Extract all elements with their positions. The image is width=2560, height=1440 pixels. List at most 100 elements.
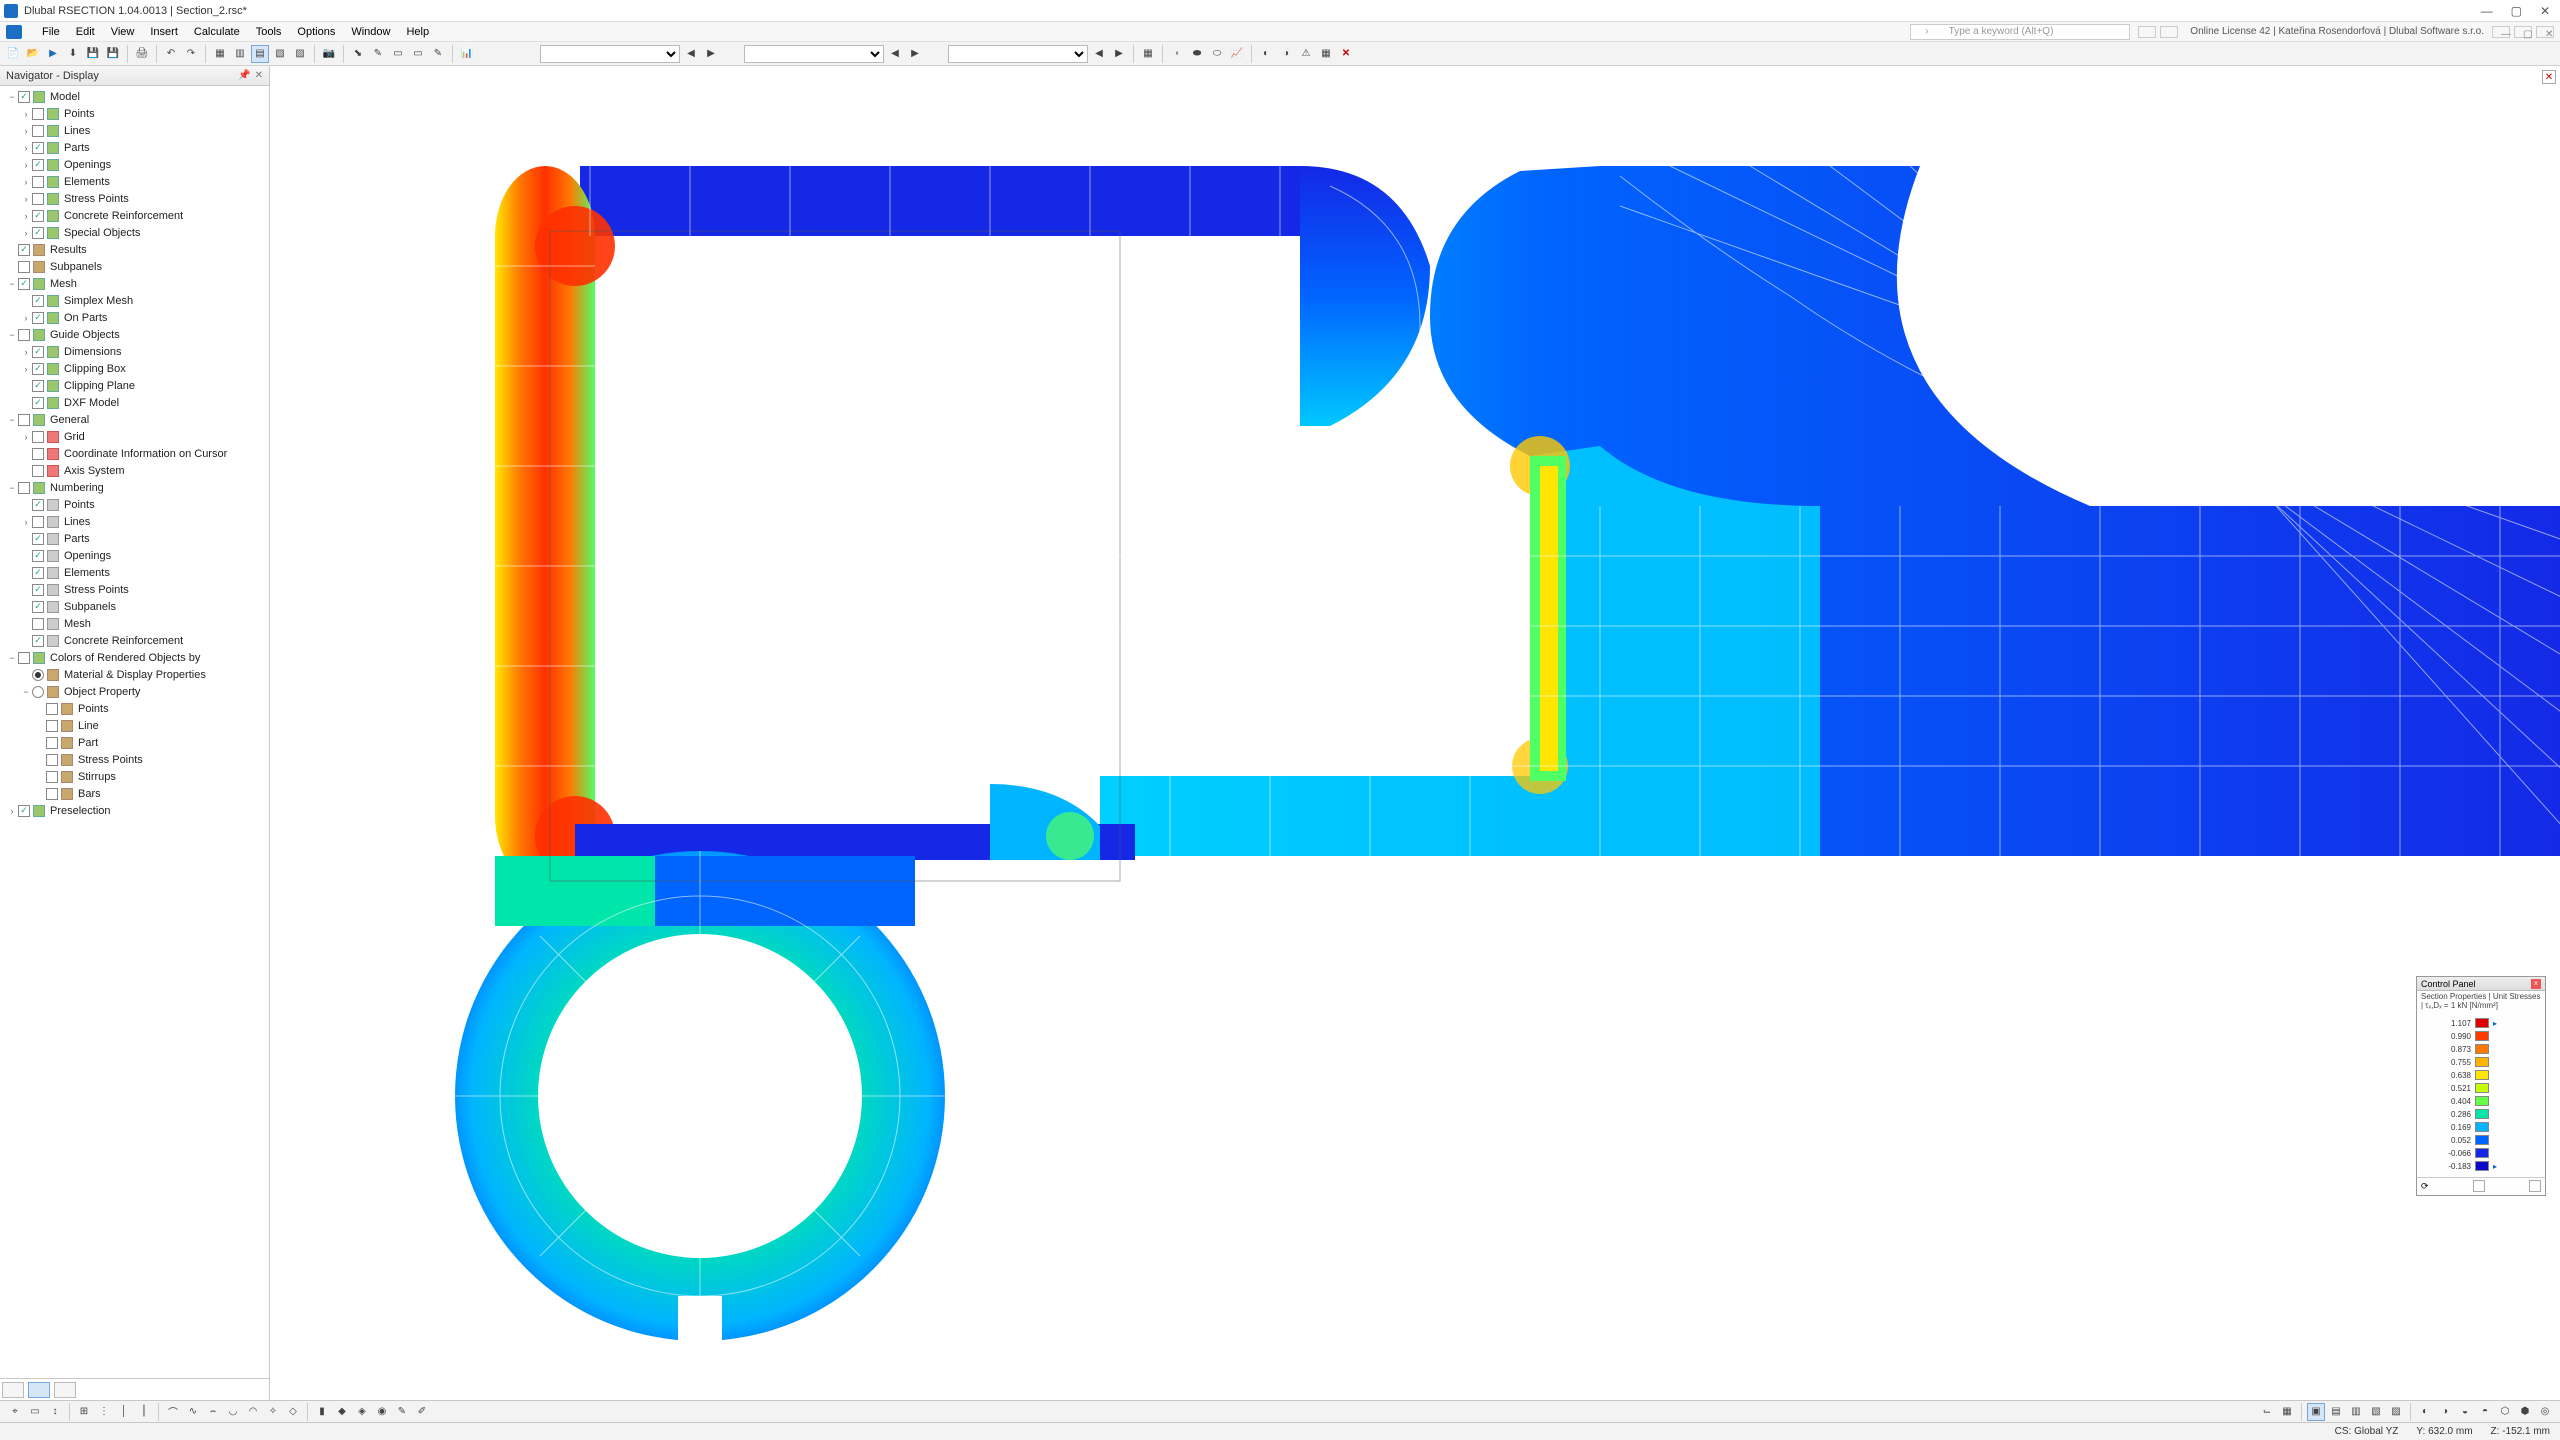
delete-results-button[interactable]: ✕ bbox=[1337, 45, 1355, 63]
tree-clipping-box[interactable]: ›Clipping Box bbox=[2, 360, 267, 377]
br-6[interactable]: ▧ bbox=[2367, 1403, 2385, 1421]
twisty-icon[interactable]: › bbox=[20, 211, 32, 221]
checkbox[interactable] bbox=[32, 550, 44, 562]
control-panel-close-icon[interactable]: × bbox=[2531, 979, 2541, 989]
checkbox[interactable] bbox=[32, 312, 44, 324]
checkbox[interactable] bbox=[32, 635, 44, 647]
bt-12[interactable]: ◠ bbox=[244, 1403, 262, 1421]
twisty-icon[interactable]: › bbox=[20, 347, 32, 357]
checkbox[interactable] bbox=[18, 414, 30, 426]
tree-parts[interactable]: Parts bbox=[2, 530, 267, 547]
help-icon[interactable] bbox=[2138, 26, 2156, 38]
nav-tab-1[interactable] bbox=[2, 1382, 24, 1398]
menu-calculate[interactable]: Calculate bbox=[186, 24, 248, 40]
tree-object-property[interactable]: −Object Property bbox=[2, 683, 267, 700]
saveall-button[interactable]: 💾 bbox=[104, 45, 122, 63]
tree-lines[interactable]: ›Lines bbox=[2, 513, 267, 530]
tree-dxf-model[interactable]: DXF Model bbox=[2, 394, 267, 411]
legend-opt-1[interactable] bbox=[2473, 1180, 2485, 1192]
nav-prev-1[interactable]: ◀ bbox=[682, 45, 700, 63]
tree-axis-system[interactable]: Axis System bbox=[2, 462, 267, 479]
twisty-icon[interactable]: › bbox=[20, 517, 32, 527]
checkbox[interactable] bbox=[32, 567, 44, 579]
tree-stress-points[interactable]: Stress Points bbox=[2, 751, 267, 768]
br-2[interactable]: ▦ bbox=[2278, 1403, 2296, 1421]
tree-parts[interactable]: ›Parts bbox=[2, 139, 267, 156]
tree-line[interactable]: Line bbox=[2, 717, 267, 734]
menu-tools[interactable]: Tools bbox=[248, 24, 290, 40]
tree-dimensions[interactable]: ›Dimensions bbox=[2, 343, 267, 360]
tree-subpanels[interactable]: Subpanels bbox=[2, 598, 267, 615]
redo-button[interactable]: ↷ bbox=[182, 45, 200, 63]
menu-view[interactable]: View bbox=[103, 24, 143, 40]
print-button[interactable]: 🖨 bbox=[133, 45, 151, 63]
tree-results[interactable]: Results bbox=[2, 241, 267, 258]
nav-next-1[interactable]: ▶ bbox=[702, 45, 720, 63]
r1-button[interactable]: ⬫ bbox=[1168, 45, 1186, 63]
checkbox[interactable] bbox=[32, 533, 44, 545]
tree-model[interactable]: −Model bbox=[2, 88, 267, 105]
combo-3[interactable] bbox=[948, 45, 1088, 63]
combo-2[interactable] bbox=[744, 45, 884, 63]
checkbox[interactable] bbox=[32, 499, 44, 511]
tree-on-parts[interactable]: ›On Parts bbox=[2, 309, 267, 326]
r3-button[interactable]: ⬭ bbox=[1208, 45, 1226, 63]
s1-button[interactable]: ◐ bbox=[1257, 45, 1275, 63]
tree-elements[interactable]: Elements bbox=[2, 564, 267, 581]
checkbox[interactable] bbox=[32, 380, 44, 392]
close-button[interactable]: ✕ bbox=[2540, 4, 2550, 18]
tree-general[interactable]: −General bbox=[2, 411, 267, 428]
checkbox[interactable] bbox=[18, 261, 30, 273]
r4-button[interactable]: 📈 bbox=[1228, 45, 1246, 63]
twisty-icon[interactable]: − bbox=[6, 279, 18, 289]
tree-points[interactable]: Points bbox=[2, 496, 267, 513]
camera-button[interactable]: 📷 bbox=[320, 45, 338, 63]
maximize-button[interactable]: ▢ bbox=[2511, 4, 2522, 18]
tree-points[interactable]: Points bbox=[2, 700, 267, 717]
checkbox[interactable] bbox=[18, 329, 30, 341]
cloud-icon[interactable] bbox=[2160, 26, 2178, 38]
legend-refresh[interactable]: ⟳ bbox=[2421, 1181, 2429, 1192]
nav-prev-2[interactable]: ◀ bbox=[886, 45, 904, 63]
br-9[interactable]: ◑ bbox=[2436, 1403, 2454, 1421]
br-11[interactable]: ◓ bbox=[2476, 1403, 2494, 1421]
bt-4[interactable]: ⊞ bbox=[75, 1403, 93, 1421]
checkbox[interactable] bbox=[18, 278, 30, 290]
bt-6[interactable]: │ bbox=[115, 1403, 133, 1421]
open-button[interactable]: 📂 bbox=[24, 45, 42, 63]
bt-2[interactable]: ▭ bbox=[26, 1403, 44, 1421]
bt-18[interactable]: ◉ bbox=[373, 1403, 391, 1421]
checkbox[interactable] bbox=[32, 448, 44, 460]
tree-openings[interactable]: Openings bbox=[2, 547, 267, 564]
tree-grid[interactable]: ›Grid bbox=[2, 428, 267, 445]
checkbox[interactable] bbox=[32, 601, 44, 613]
tree-concrete-reinforcement[interactable]: Concrete Reinforcement bbox=[2, 632, 267, 649]
twisty-icon[interactable]: › bbox=[20, 109, 32, 119]
twisty-icon[interactable]: › bbox=[20, 160, 32, 170]
view-c-button[interactable]: ▤ bbox=[251, 45, 269, 63]
menu-help[interactable]: Help bbox=[398, 24, 437, 40]
checkbox[interactable] bbox=[46, 737, 58, 749]
checkbox[interactable] bbox=[18, 482, 30, 494]
tree-clipping-plane[interactable]: Clipping Plane bbox=[2, 377, 267, 394]
keyword-search[interactable]: › Type a keyword (Alt+Q) bbox=[1910, 24, 2130, 40]
checkbox[interactable] bbox=[32, 227, 44, 239]
checkbox[interactable] bbox=[32, 176, 44, 188]
view-a-button[interactable]: ▦ bbox=[211, 45, 229, 63]
save-button[interactable]: 💾 bbox=[84, 45, 102, 63]
run-button[interactable]: ▶ bbox=[44, 45, 62, 63]
checkbox[interactable] bbox=[32, 397, 44, 409]
checkbox[interactable] bbox=[32, 584, 44, 596]
tree-preselection[interactable]: ›Preselection bbox=[2, 802, 267, 819]
checkbox[interactable] bbox=[32, 210, 44, 222]
combo-1[interactable] bbox=[540, 45, 680, 63]
wnd-icon[interactable]: ▢ bbox=[2514, 26, 2532, 38]
wnd-close-icon[interactable]: ✕ bbox=[2536, 26, 2554, 38]
bt-5[interactable]: ⋮ bbox=[95, 1403, 113, 1421]
twisty-icon[interactable]: − bbox=[20, 687, 32, 697]
twisty-icon[interactable]: › bbox=[20, 313, 32, 323]
bt-20[interactable]: ✐ bbox=[413, 1403, 431, 1421]
bt-16[interactable]: ◆ bbox=[333, 1403, 351, 1421]
nav-pin-icon[interactable]: 📌 bbox=[238, 70, 250, 81]
twisty-icon[interactable]: › bbox=[20, 228, 32, 238]
